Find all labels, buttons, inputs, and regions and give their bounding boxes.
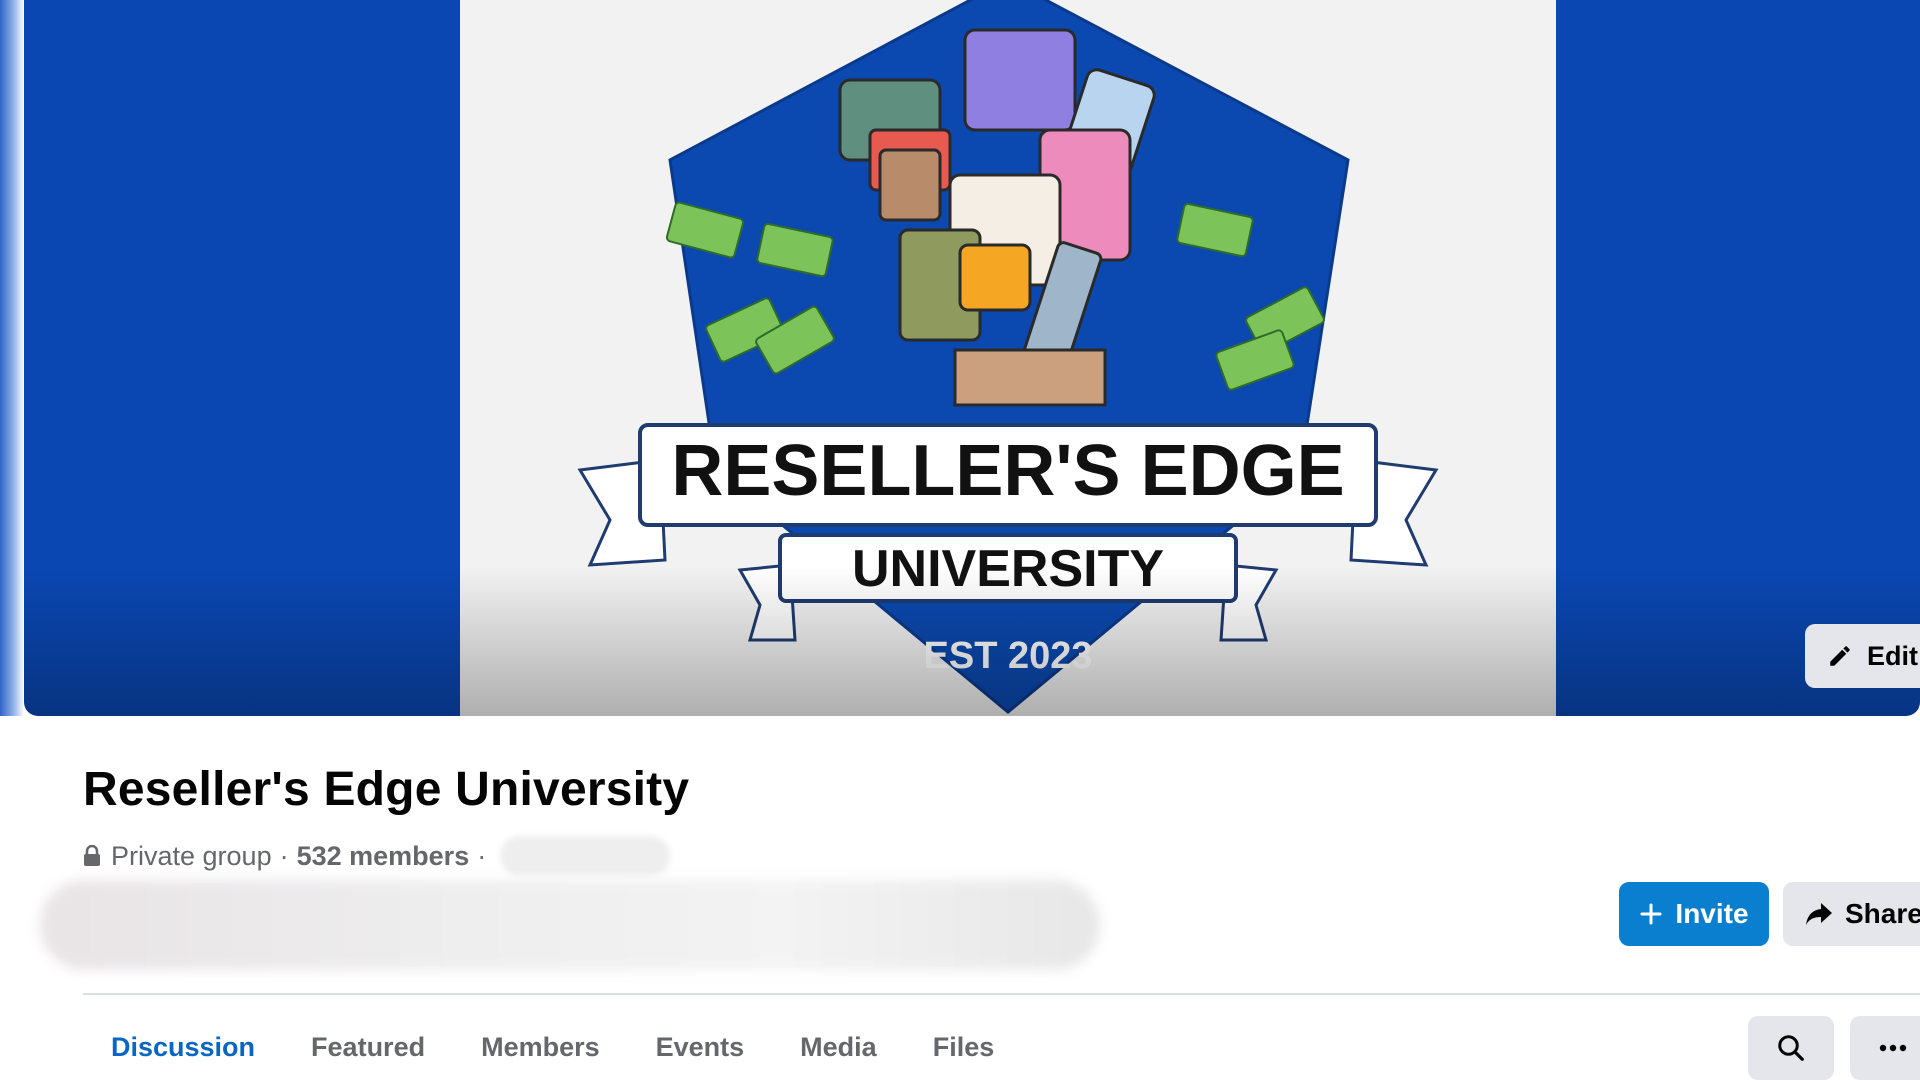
meta-separator-2: · (477, 840, 487, 871)
redacted-text (500, 836, 671, 876)
tab-media[interactable]: Media (772, 1018, 905, 1077)
plus-icon (1640, 903, 1662, 925)
redacted-member-avatars (40, 880, 1100, 970)
group-meta: Private group · 532 members · (83, 836, 671, 876)
privacy-label: Private group (111, 840, 272, 871)
group-logo: RESELLER'S EDGE UNIVERSITY EST 2023 (577, 0, 1439, 714)
search-button[interactable] (1748, 1016, 1834, 1080)
more-horizontal-icon (1879, 1044, 1907, 1052)
cover-left-edge (0, 0, 24, 716)
tab-discussion[interactable]: Discussion (83, 1018, 283, 1077)
cover-photo[interactable]: RESELLER'S EDGE UNIVERSITY EST 2023 (24, 0, 1920, 716)
divider (83, 993, 1920, 995)
tab-files[interactable]: Files (905, 1018, 1023, 1077)
cover-logo-art: RESELLER'S EDGE UNIVERSITY EST 2023 (460, 0, 1556, 716)
tab-featured[interactable]: Featured (283, 1018, 453, 1077)
edit-cover-button[interactable]: Edit (1805, 624, 1920, 688)
share-button[interactable]: Share (1783, 882, 1920, 946)
tab-members[interactable]: Members (453, 1018, 628, 1077)
lock-icon (84, 845, 100, 866)
logo-est-text: EST 2023 (924, 635, 1093, 677)
group-name[interactable]: Reseller's Edge University (83, 762, 689, 817)
logo-subtitle-text: UNIVERSITY (852, 540, 1164, 598)
invite-label: Invite (1675, 898, 1749, 929)
edit-label: Edit (1867, 640, 1918, 671)
tab-events[interactable]: Events (628, 1018, 773, 1077)
share-label: Share (1845, 898, 1920, 929)
share-arrow-icon (1806, 903, 1832, 925)
more-options-button[interactable] (1850, 1016, 1920, 1080)
group-tabs: Discussion Featured Members Events Media… (83, 1018, 1022, 1077)
member-count[interactable]: 532 members (297, 841, 470, 872)
search-icon (1778, 1035, 1804, 1061)
pencil-icon (1830, 646, 1850, 666)
logo-title-text: RESELLER'S EDGE (671, 431, 1344, 511)
meta-separator: · (279, 840, 289, 871)
invite-button[interactable]: Invite (1619, 882, 1769, 946)
